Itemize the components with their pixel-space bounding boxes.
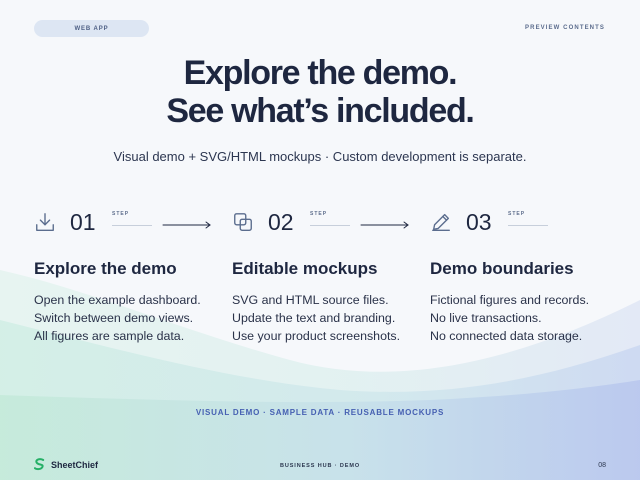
- step-line: Switch between demo views.: [34, 311, 194, 325]
- feature-tagline: VISUAL DEMO · SAMPLE DATA · REUSABLE MOC…: [195, 408, 445, 417]
- footer-center-label: BUSINESS HUB · DEMO: [279, 463, 361, 469]
- edit-icon: [432, 213, 450, 231]
- step-number: 03: [466, 209, 492, 235]
- step-card-3: 03 STEP Demo boundaries Fictional figure…: [430, 208, 630, 345]
- step-line: Use your product screenshots.: [232, 329, 401, 343]
- copy-icon: [234, 213, 252, 231]
- step-line: No live transactions.: [430, 311, 542, 325]
- step-divider: [112, 225, 152, 226]
- download-icon: [36, 213, 54, 231]
- preview-contents-label: PREVIEW CONTENTS: [525, 25, 605, 31]
- hero-title-line-2: See what’s included.: [166, 92, 474, 130]
- step-line: SVG and HTML source files.: [232, 293, 389, 307]
- web-app-label: WEB APP: [74, 25, 109, 32]
- step-title: Explore the demo: [34, 259, 177, 278]
- step-tag: STEP: [112, 211, 130, 217]
- step-line: Fictional figures and records.: [430, 293, 590, 307]
- hero-title-line-1: Explore the demo.: [183, 54, 458, 92]
- step-number: 02: [268, 209, 294, 235]
- step-description: Open the example dashboard. Switch betwe…: [34, 291, 234, 345]
- step-number: 01: [70, 209, 96, 235]
- step-title: Demo boundaries: [430, 259, 574, 278]
- arrow-right-icon: [162, 221, 211, 229]
- arrow-right-icon: [360, 221, 409, 229]
- step-line: No connected data storage.: [430, 329, 583, 343]
- step-line: Update the text and branding.: [232, 311, 396, 325]
- step-tag: STEP: [310, 211, 328, 217]
- step-line: Open the example dashboard.: [34, 293, 201, 307]
- step-line: All figures are sample data.: [34, 329, 185, 343]
- step-description: SVG and HTML source files. Update the te…: [232, 291, 432, 345]
- step-title: Editable mockups: [232, 259, 378, 278]
- step-divider: [508, 225, 548, 226]
- hero-subtitle: Visual demo + SVG/HTML mockups · Custom …: [113, 149, 527, 164]
- step-description: Fictional figures and records. No live t…: [430, 291, 630, 345]
- hero-title: Explore the demo. See what’s included.: [0, 54, 640, 130]
- page-number: 08: [598, 462, 606, 469]
- web-app-pill: WEB APP: [34, 20, 149, 37]
- step-tag: STEP: [508, 211, 526, 217]
- step-divider: [310, 225, 350, 226]
